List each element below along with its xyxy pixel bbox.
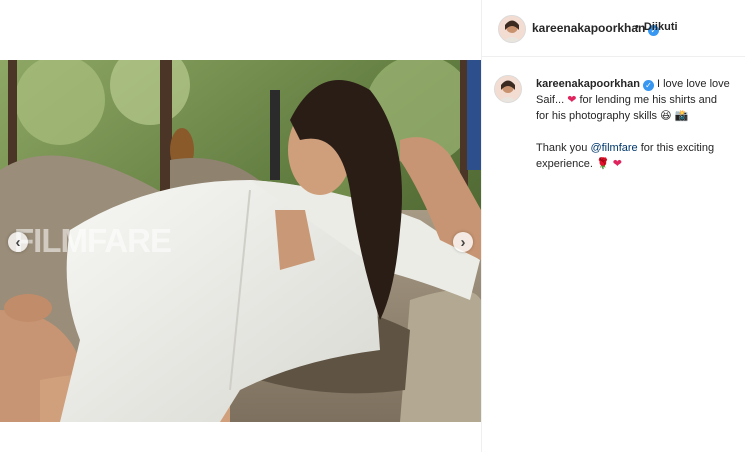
- author-username-text[interactable]: kareenakapoorkhan: [532, 21, 645, 35]
- caption-verified-badge-icon: ✓: [642, 80, 654, 91]
- caption-paragraph-2: Thank you @filmfare for this exciting ex…: [536, 140, 732, 172]
- red-heart-emoji-icon: ❤: [567, 94, 577, 106]
- caption-line1-end: for lending me his shirts and for his ph…: [536, 94, 718, 122]
- caption-text: kareenakapoorkhan ✓ I love love love Saif…: [536, 76, 732, 172]
- caption-username[interactable]: kareenakapoorkhan: [536, 78, 640, 90]
- post-header: kareenakapoorkhan ✓ • Diikuti: [482, 0, 745, 57]
- caption-line2-start: Thank you: [536, 142, 588, 154]
- filmfare-watermark: FILMFARE: [14, 222, 172, 259]
- post-photo[interactable]: FILMFARE ‹ ›: [0, 60, 481, 422]
- post-details-pane: kareenakapoorkhan ✓ • Diikuti kareenakapo…: [482, 0, 745, 452]
- rose-emoji-icon: 🌹: [595, 158, 610, 170]
- caption-author-avatar[interactable]: [494, 75, 522, 103]
- laughing-emoji-icon: 😆: [660, 110, 672, 122]
- follow-status: • Diikuti: [635, 21, 678, 33]
- separator-dot: •: [635, 21, 639, 33]
- following-button[interactable]: Diikuti: [644, 21, 678, 33]
- post-media-pane: FILMFARE ‹ ›: [0, 0, 481, 452]
- chevron-left-icon: ‹: [15, 233, 21, 251]
- previous-image-button[interactable]: ‹: [8, 232, 28, 252]
- filmfare-mention-link[interactable]: @filmfare: [590, 142, 637, 154]
- author-avatar[interactable]: [498, 15, 526, 43]
- next-image-button[interactable]: ›: [453, 232, 473, 252]
- red-heart-emoji-icon-2: ❤: [612, 158, 622, 170]
- chevron-right-icon: ›: [460, 233, 466, 251]
- camera-emoji-icon: 📸: [674, 110, 689, 122]
